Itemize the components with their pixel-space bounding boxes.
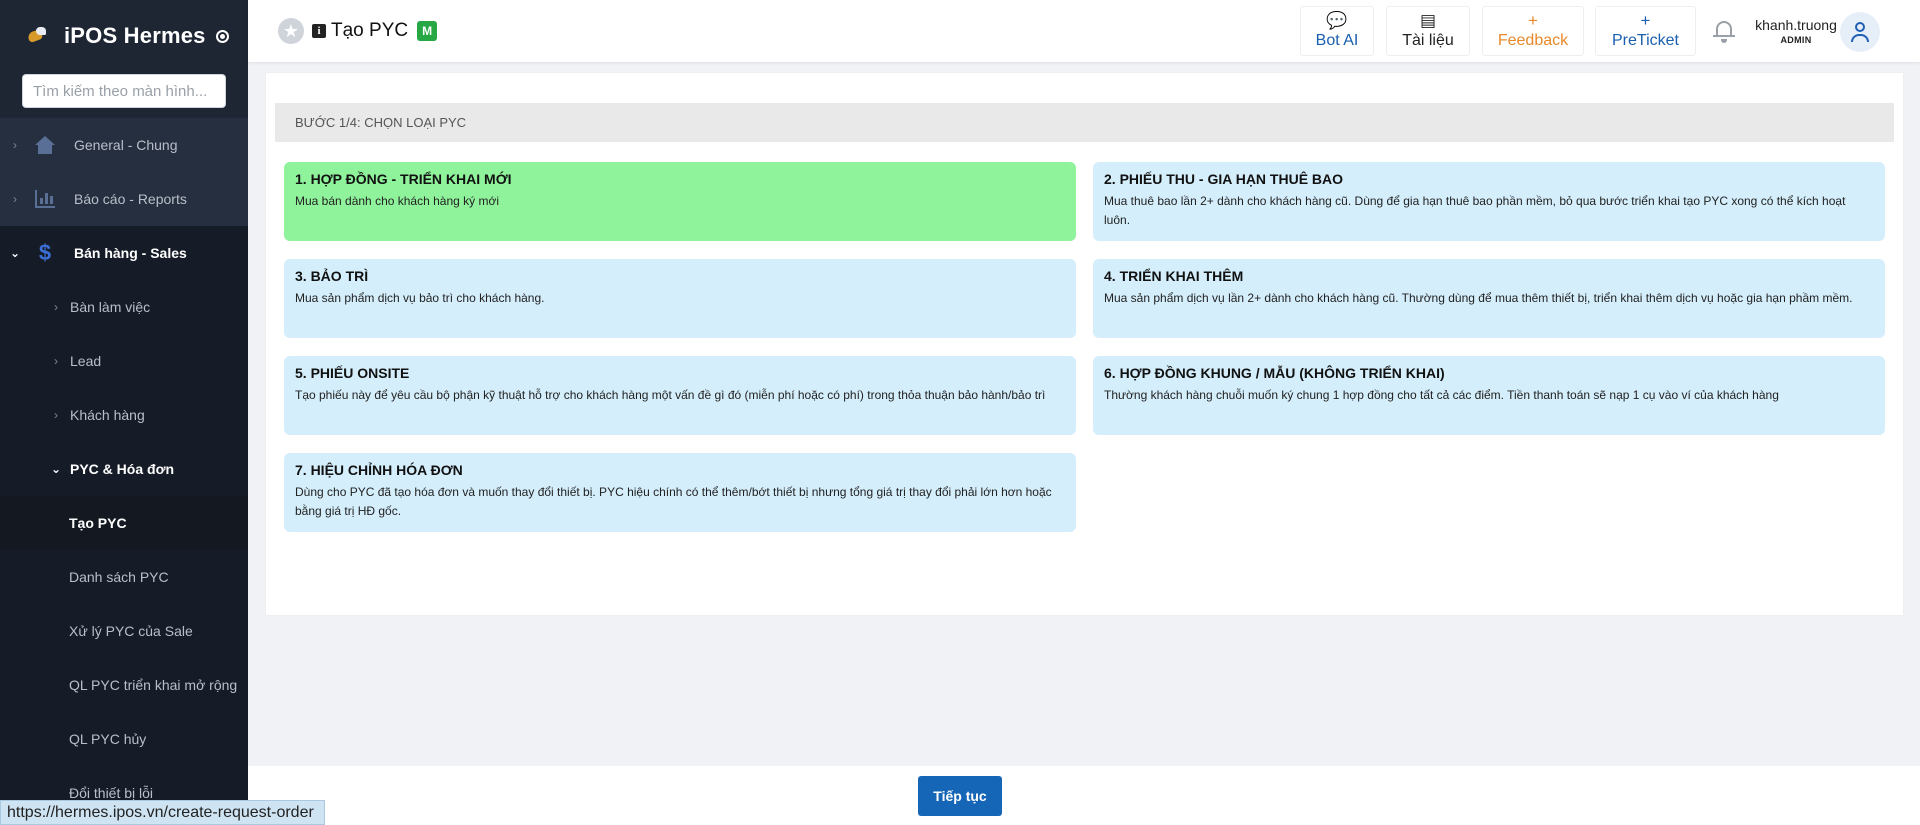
sidebar-menu: › General - Chung › Báo cáo - Reports ⌄ … xyxy=(0,118,248,820)
star-icon[interactable]: ★ xyxy=(278,18,304,44)
sidebar-subitem-customers[interactable]: › Khách hàng xyxy=(0,388,248,442)
page-title: Tạo PYC xyxy=(331,20,409,41)
option-card-6[interactable]: 6. HỢP ĐỒNG KHUNG / MẪU (KHÔNG TRIỂN KHA… xyxy=(1093,356,1885,435)
top-bar: ★ i Tạo PYC M 💬 Bot AI ▤ Tài liệu + Feed… xyxy=(248,0,1920,62)
plus-icon: + xyxy=(1528,10,1538,30)
option-card-5[interactable]: 5. PHIẾU ONSITE Tạo phiếu này để yêu cầu… xyxy=(284,356,1076,435)
sidebar-item-label: Lead xyxy=(70,353,102,369)
sidebar-item-label: PYC & Hóa đơn xyxy=(70,461,175,477)
sidebar-item-label: QL PYC triển khai mở rộng xyxy=(69,677,238,693)
book-icon: ▤ xyxy=(1419,10,1437,30)
chevron-right-icon: › xyxy=(13,138,17,152)
sidebar-item-label: Đổi thiết bị lỗi xyxy=(69,785,154,801)
preticket-label: PreTicket xyxy=(1612,31,1679,49)
plus-icon: + xyxy=(1640,10,1651,30)
docs-button[interactable]: ▤ Tài liệu xyxy=(1386,6,1470,56)
step-header: BƯỚC 1/4: CHỌN LOẠI PYC xyxy=(275,103,1894,142)
option-title: 7. HIỆU CHỈNH HÓA ĐƠN xyxy=(295,462,463,478)
docs-label: Tài liệu xyxy=(1402,31,1454,49)
sidebar-item-general[interactable]: › General - Chung xyxy=(0,118,248,172)
user-info[interactable]: khanh.truong ADMIN xyxy=(1748,17,1844,45)
sidebar-item-label: Bán hàng - Sales xyxy=(74,245,187,261)
sidebar-link-create-pyc[interactable]: Tạo PYC xyxy=(0,496,248,550)
option-desc: Mua bán dành cho khách hàng ký mới xyxy=(295,194,499,208)
sidebar-link-pyc-list[interactable]: Danh sách PYC xyxy=(0,550,248,604)
option-desc: Dùng cho PYC đã tạo hóa đơn và muốn thay… xyxy=(295,485,1052,518)
sidebar-subitem-workspace[interactable]: › Bàn làm việc xyxy=(0,280,248,334)
status-url: https://hermes.ipos.vn/create-request-or… xyxy=(0,800,325,825)
sidebar-subitem-lead[interactable]: › Lead xyxy=(0,334,248,388)
preticket-button[interactable]: + PreTicket xyxy=(1595,6,1696,56)
feedback-label: Feedback xyxy=(1497,31,1569,49)
sidebar-link-expand-pyc[interactable]: QL PYC triển khai mở rộng xyxy=(0,658,248,712)
sidebar-item-label: QL PYC hủy xyxy=(69,731,147,747)
option-desc: Mua sản phẩm dịch vụ bảo trì cho khách h… xyxy=(295,291,545,305)
menu-badge[interactable]: M xyxy=(417,21,438,41)
option-card-3[interactable]: 3. BẢO TRÌ Mua sản phẩm dịch vụ bảo trì … xyxy=(284,259,1076,338)
bar-chart-icon xyxy=(35,190,55,208)
option-title: 6. HỢP ĐỒNG KHUNG / MẪU (KHÔNG TRIỂN KHA… xyxy=(1104,365,1445,381)
user-name: khanh.truong xyxy=(1755,17,1837,33)
chevron-down-icon: ⌄ xyxy=(9,246,21,260)
option-desc: Mua thuê bao lần 2+ dành cho khách hàng … xyxy=(1104,194,1846,227)
chevron-right-icon: › xyxy=(54,300,58,314)
chat-icon: 💬 xyxy=(1326,10,1348,30)
user-icon xyxy=(1855,22,1865,32)
chevron-right-icon: › xyxy=(54,354,58,368)
continue-button[interactable]: Tiếp tục xyxy=(918,776,1002,816)
option-title: 5. PHIẾU ONSITE xyxy=(295,365,410,381)
sidebar-item-label: Báo cáo - Reports xyxy=(74,191,187,207)
sidebar-item-label: General - Chung xyxy=(74,137,178,153)
bot-ai-button[interactable]: 💬 Bot AI xyxy=(1300,6,1374,56)
bot-ai-label: Bot AI xyxy=(1315,31,1359,49)
sidebar-item-reports[interactable]: › Báo cáo - Reports xyxy=(0,172,248,226)
sidebar-item-label: Danh sách PYC xyxy=(69,569,169,585)
info-icon[interactable]: i xyxy=(312,24,326,38)
option-title: 1. HỢP ĐỒNG - TRIỂN KHAI MỚI xyxy=(295,171,512,187)
option-desc: Tạo phiếu này để yêu cầu bộ phận kỹ thuậ… xyxy=(295,388,1046,402)
chevron-right-icon: › xyxy=(54,408,58,422)
sidebar-item-sales[interactable]: ⌄ $ Bán hàng - Sales xyxy=(0,226,248,280)
sidebar-search-input[interactable] xyxy=(22,74,226,108)
option-card-2[interactable]: 2. PHIẾU THU - GIA HẠN THUÊ BAO Mua thuê… xyxy=(1093,162,1885,241)
option-title: 4. TRIỂN KHAI THÊM xyxy=(1104,268,1244,284)
footer-bar xyxy=(248,766,1920,825)
option-card-7[interactable]: 7. HIỆU CHỈNH HÓA ĐƠN Dùng cho PYC đã tạ… xyxy=(284,453,1076,532)
sidebar: iPOS Hermes › General - Chung › Báo cáo … xyxy=(0,0,248,825)
option-desc: Mua sản phẩm dịch vụ lần 2+ dành cho khá… xyxy=(1104,291,1853,305)
avatar[interactable] xyxy=(1840,12,1880,52)
brand-title: iPOS Hermes xyxy=(64,23,206,48)
home-icon xyxy=(35,136,55,154)
user-role: ADMIN xyxy=(1780,35,1812,45)
option-desc: Thường khách hàng chuỗi muốn ký chung 1 … xyxy=(1104,388,1779,402)
sidebar-item-label: Tạo PYC xyxy=(69,515,127,531)
chevron-down-icon: ⌄ xyxy=(50,462,62,476)
radio-icon[interactable] xyxy=(215,29,229,43)
dollar-icon: $ xyxy=(38,240,52,265)
option-title: 3. BẢO TRÌ xyxy=(295,268,369,284)
brand[interactable]: iPOS Hermes xyxy=(0,0,248,72)
content-card: BƯỚC 1/4: CHỌN LOẠI PYC 1. HỢP ĐỒNG - TR… xyxy=(266,73,1903,615)
feedback-button[interactable]: + Feedback xyxy=(1482,6,1584,56)
sidebar-item-label: Xử lý PYC của Sale xyxy=(69,623,193,639)
sidebar-item-label: Bàn làm việc xyxy=(70,299,151,315)
sidebar-link-sale-pyc[interactable]: Xử lý PYC của Sale xyxy=(0,604,248,658)
option-title: 2. PHIẾU THU - GIA HẠN THUÊ BAO xyxy=(1104,171,1344,187)
sidebar-link-cancel-pyc[interactable]: QL PYC hủy xyxy=(0,712,248,766)
option-card-4[interactable]: 4. TRIỂN KHAI THÊM Mua sản phẩm dịch vụ … xyxy=(1093,259,1885,338)
sidebar-subitem-pyc-invoice[interactable]: ⌄ PYC & Hóa đơn xyxy=(0,442,248,496)
sidebar-item-label: Khách hàng xyxy=(70,407,145,423)
bell-icon[interactable] xyxy=(1713,18,1735,44)
hermes-logo-icon xyxy=(26,25,48,47)
chevron-right-icon: › xyxy=(13,192,17,206)
option-card-1[interactable]: 1. HỢP ĐỒNG - TRIỂN KHAI MỚI Mua bán dàn… xyxy=(284,162,1076,241)
page-header: ★ i Tạo PYC M xyxy=(278,18,438,44)
